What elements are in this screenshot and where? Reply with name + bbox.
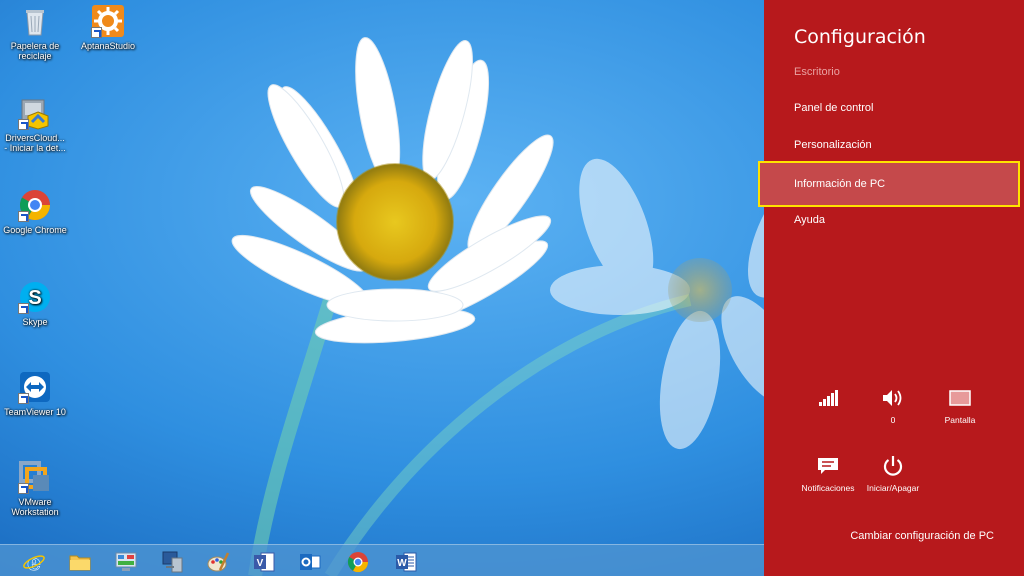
- taskbar-control-panel[interactable]: [109, 548, 143, 576]
- svg-text:e: e: [27, 550, 41, 574]
- screen-icon: [925, 386, 995, 410]
- visio-icon: V: [254, 552, 275, 572]
- desktop-icon-label: DriversCloud...: [5, 133, 65, 143]
- notifications-label: Notificaciones: [801, 483, 855, 493]
- taskbar-chrome[interactable]: [341, 548, 375, 576]
- desktop-icon-label-2: Workstation: [11, 507, 59, 517]
- svg-text:V: V: [257, 558, 264, 569]
- desktop-icon-skype[interactable]: S Skype: [0, 280, 70, 327]
- screen-button[interactable]: Pantalla: [925, 386, 995, 425]
- settings-link-personalization[interactable]: Personalización: [764, 127, 1020, 163]
- svg-text:S: S: [28, 287, 41, 309]
- settings-charm-panel: Configuración Escritorio Panel de contro…: [758, 0, 1024, 576]
- desktop-icon-label-2: - Iniciar la det...: [4, 143, 66, 153]
- control-panel-icon: [115, 552, 137, 571]
- shortcut-arrow-icon: [18, 119, 29, 130]
- taskbar-word[interactable]: W: [389, 548, 423, 576]
- vmware-icon: [18, 460, 52, 494]
- settings-link-help[interactable]: Ayuda: [764, 202, 1020, 238]
- desktop-icon-driverscloud[interactable]: DriversCloud... - Iniciar la det...: [0, 96, 70, 153]
- svg-text:W: W: [397, 558, 407, 569]
- word-icon: W: [396, 552, 417, 572]
- desktop-icon-label: TeamViewer 10: [4, 407, 66, 417]
- paint-icon: [207, 552, 230, 572]
- shortcut-arrow-icon: [18, 303, 29, 314]
- teamviewer-icon: [18, 370, 52, 404]
- taskbar: e V W: [0, 544, 764, 576]
- chrome-icon: [18, 188, 52, 222]
- desktop-icon-label: VMware: [18, 497, 52, 507]
- chrome-icon: [347, 552, 369, 573]
- notifications-icon: [793, 454, 863, 478]
- volume-button[interactable]: 0: [858, 386, 928, 425]
- power-button[interactable]: Iniciar/Apagar: [858, 454, 928, 493]
- file-explorer-icon: [69, 555, 91, 571]
- skype-icon: S: [18, 280, 52, 314]
- desktop-icon-label: AptanaStudio: [80, 41, 136, 51]
- desktop-icon-label: Papelera de: [10, 41, 60, 51]
- change-pc-settings-link[interactable]: Cambiar configuración de PC: [850, 530, 994, 542]
- signal-bars-icon: [793, 386, 863, 410]
- desktop-icon-aptana[interactable]: AptanaStudio: [73, 4, 143, 51]
- taskbar-computer[interactable]: [155, 548, 189, 576]
- taskbar-internet-explorer[interactable]: e: [17, 548, 51, 576]
- recycle-bin-icon: [18, 4, 52, 38]
- taskbar-outlook[interactable]: [293, 548, 327, 576]
- shortcut-arrow-icon: [91, 27, 102, 38]
- desktop-icon-label: Skype: [22, 317, 48, 327]
- panel-context-label: Escritorio: [794, 66, 840, 78]
- desktop-icon-chrome[interactable]: Google Chrome: [0, 188, 70, 235]
- network-button[interactable]: [793, 386, 863, 415]
- taskbar-file-explorer[interactable]: [63, 548, 97, 576]
- outlook-icon: [300, 554, 321, 570]
- desktop-icon-vmware[interactable]: VMware Workstation: [0, 460, 70, 517]
- computer-icon: [162, 551, 183, 573]
- internet-explorer-icon: e: [23, 550, 45, 574]
- settings-link-control-panel[interactable]: Panel de control: [764, 90, 1020, 126]
- desktop-icon-label: Google Chrome: [3, 225, 67, 235]
- taskbar-visio[interactable]: V: [247, 548, 281, 576]
- power-label: Iniciar/Apagar: [866, 483, 920, 493]
- driverscloud-icon: [18, 96, 52, 130]
- speaker-icon: [858, 386, 928, 410]
- desktop-icon-recycle-bin[interactable]: Papelera de reciclaje: [0, 4, 70, 61]
- aptana-studio-icon: [91, 4, 125, 38]
- shortcut-arrow-icon: [18, 211, 29, 222]
- power-icon: [858, 454, 928, 478]
- settings-link-pc-info[interactable]: Información de PC: [758, 161, 1020, 207]
- shortcut-arrow-icon: [18, 483, 29, 494]
- shortcut-arrow-icon: [18, 393, 29, 404]
- desktop-icon-label-2: reciclaje: [18, 51, 52, 61]
- volume-label: 0: [890, 415, 896, 425]
- taskbar-paint[interactable]: [201, 548, 235, 576]
- panel-title: Configuración: [794, 26, 926, 48]
- desktop-icon-teamviewer[interactable]: TeamViewer 10: [0, 370, 70, 417]
- notifications-button[interactable]: Notificaciones: [793, 454, 863, 493]
- screen-label: Pantalla: [944, 415, 976, 425]
